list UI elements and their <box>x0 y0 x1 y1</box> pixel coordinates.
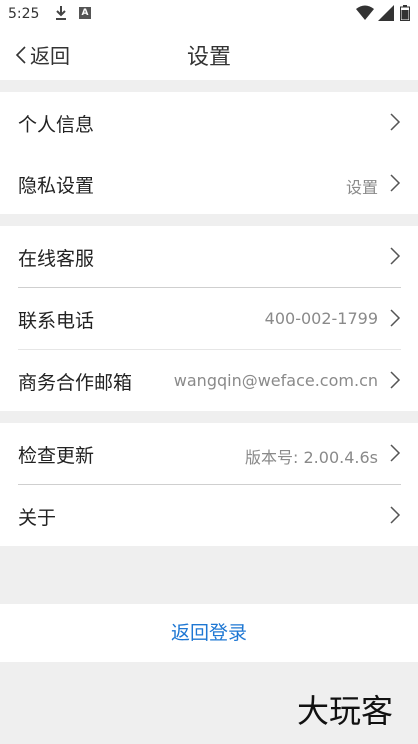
download-icon <box>56 6 66 20</box>
row-label: 商务合作邮箱 <box>18 372 133 394</box>
chevron-right-icon <box>390 174 401 192</box>
row-label: 检查更新 <box>18 445 95 467</box>
chevron-right-icon <box>390 371 401 389</box>
row-value: 设置 <box>345 178 378 197</box>
row-value: 版本号: 2.00.4.6s <box>245 448 378 467</box>
status-time: 5:25 <box>8 6 40 22</box>
row-label: 联系电话 <box>18 310 95 332</box>
signal-icon <box>378 5 394 21</box>
row-value: wangqin@weface.com.cn <box>173 371 378 390</box>
chevron-right-icon <box>390 113 401 131</box>
battery-icon <box>400 5 410 21</box>
settings-row-privacy[interactable]: 隐私设置 设置 <box>0 153 418 214</box>
row-value: 400-002-1799 <box>264 309 378 328</box>
page-title: 设置 <box>186 45 231 70</box>
chevron-right-icon <box>390 444 401 462</box>
settings-group-contact: 在线客服 联系电话 400-002-1799 商务合作邮箱 wangqin@we… <box>0 226 418 411</box>
settings-row-business-email[interactable]: 商务合作邮箱 wangqin@weface.com.cn <box>0 350 418 411</box>
watermark-logo: 大玩客 <box>297 692 393 730</box>
return-login-button[interactable]: 返回登录 <box>0 604 418 662</box>
settings-group-account: 个人信息 隐私设置 设置 <box>0 92 418 214</box>
app-notification-icon: A <box>79 7 91 19</box>
settings-row-check-update[interactable]: 检查更新 版本号: 2.00.4.6s <box>0 423 418 484</box>
row-label: 个人信息 <box>18 114 95 136</box>
row-label: 隐私设置 <box>18 175 95 197</box>
chevron-right-icon <box>390 247 401 265</box>
status-bar: 5:25 A <box>0 0 418 28</box>
settings-row-phone[interactable]: 联系电话 400-002-1799 <box>0 288 418 349</box>
section-gap <box>0 546 418 604</box>
section-gap <box>0 80 418 92</box>
settings-group-app: 检查更新 版本号: 2.00.4.6s 关于 <box>0 423 418 546</box>
section-gap <box>0 214 418 226</box>
nav-bar: 返回 设置 <box>0 28 418 80</box>
chevron-right-icon <box>390 309 401 327</box>
row-label: 关于 <box>18 507 57 529</box>
row-label: 在线客服 <box>18 248 95 270</box>
settings-row-online-service[interactable]: 在线客服 <box>0 226 418 287</box>
chevron-right-icon <box>390 506 401 524</box>
wifi-icon <box>356 5 374 20</box>
watermark-text: 大玩客 <box>297 692 393 730</box>
section-gap <box>0 411 418 423</box>
settings-row-profile[interactable]: 个人信息 <box>0 92 418 153</box>
settings-row-about[interactable]: 关于 <box>0 485 418 546</box>
